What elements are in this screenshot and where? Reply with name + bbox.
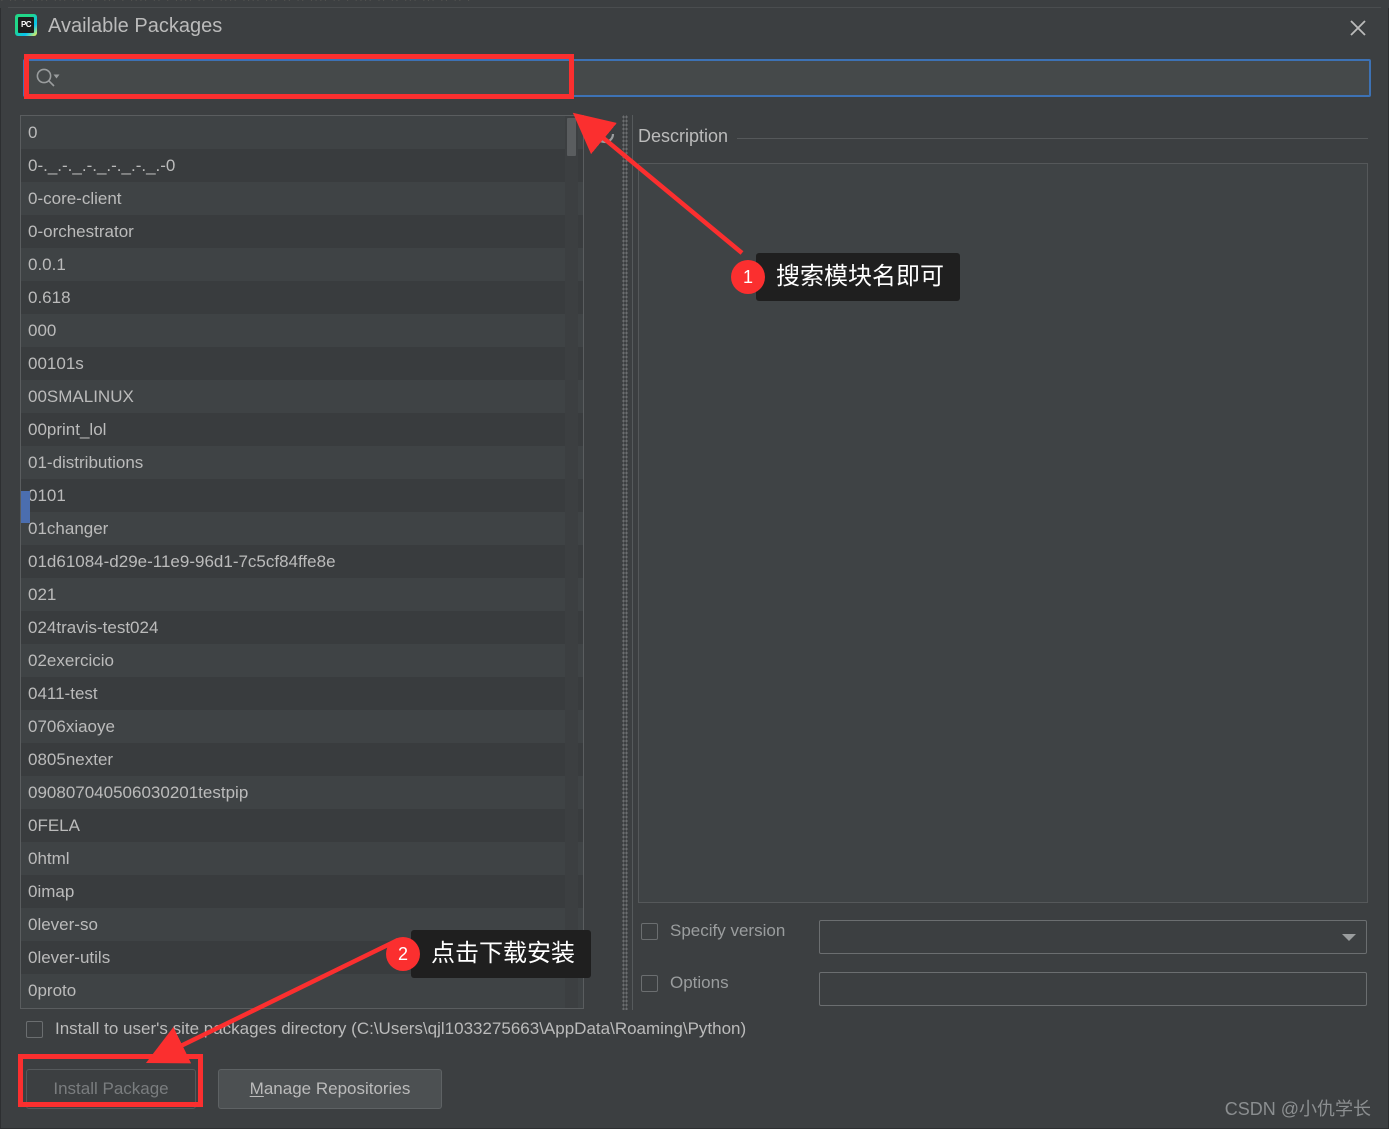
package-list-item[interactable]: 0html (21, 842, 583, 875)
dialog-titlebar: PC Available Packages (1, 8, 1388, 48)
package-list[interactable]: 0 0-._.-._.-._.-._.-._.-0 0-core-client 0-o… (20, 115, 584, 1009)
options-input[interactable] (820, 973, 1366, 1005)
screen: · ·· · ···· ··· ··· ·· ··· · ···· ·· · ·… (0, 0, 1389, 1129)
package-list-item[interactable]: 01changer (21, 512, 583, 545)
reload-icon[interactable] (591, 120, 619, 148)
options-checkbox[interactable] (641, 974, 658, 992)
search-field[interactable] (23, 59, 1371, 97)
package-list-item[interactable]: 0.0.1 (21, 248, 583, 281)
package-list-scrollbar[interactable] (565, 116, 578, 1008)
search-field-inner (25, 61, 1369, 95)
background-strip-text: · ·· · ···· ··· ··· ·· ··· · ···· ·· · ·… (0, 0, 472, 6)
package-list-item[interactable]: 01d61084-d29e-11e9-96d1-7c5cf84ffe8e (21, 545, 583, 578)
version-dropdown[interactable] (819, 920, 1367, 954)
chevron-down-icon (1342, 934, 1356, 941)
page-title: Available Packages (48, 15, 223, 37)
package-list-item[interactable]: 090807040506030201testpip (21, 776, 583, 809)
annotation-1-badge: 1 (731, 260, 765, 294)
annotation-2-badge: 2 (386, 937, 420, 971)
options-label: Options (670, 973, 729, 992)
package-list-item[interactable]: 021 (21, 578, 583, 611)
install-user-dir-checkbox[interactable] (26, 1020, 43, 1038)
pycharm-icon: PC (15, 14, 37, 36)
specify-version-checkbox[interactable] (641, 922, 658, 940)
package-list-item[interactable]: 0proto (21, 974, 583, 1007)
options-field[interactable] (819, 972, 1367, 1006)
description-rule (638, 138, 1368, 139)
package-list-item[interactable]: 0-orchestrator (21, 215, 583, 248)
package-list-item[interactable]: 01-distributions (21, 446, 583, 479)
annotation-2: 2 点击下载安装 (386, 930, 591, 978)
install-user-dir-row: Install to user's site packages director… (26, 1019, 746, 1039)
pycharm-icon-label: PC (18, 17, 34, 33)
search-input[interactable] (61, 63, 1369, 93)
package-list-item[interactable]: 0411-test (21, 677, 583, 710)
package-list-item[interactable]: 0 (21, 116, 583, 149)
list-selection-accent (21, 491, 30, 523)
panel-splitter[interactable] (622, 115, 628, 1010)
package-list-item[interactable]: 0.618 (21, 281, 583, 314)
package-list-item[interactable]: 0-._.-._.-._.-._.-._.-0 (21, 149, 583, 182)
package-list-item[interactable]: 024travis-test024 (21, 611, 583, 644)
annotation-1-text: 搜索模块名即可 (756, 253, 960, 301)
manage-repositories-button-label: Manage Repositories (249, 1079, 411, 1098)
package-list-item[interactable]: 0-core-client (21, 182, 583, 215)
csdn-watermark: CSDN @小仇学长 (1224, 1099, 1371, 1119)
specify-version-label: Specify version (670, 921, 786, 940)
package-list-item[interactable]: 02exercicio (21, 644, 583, 677)
install-package-button-label: Install Package (53, 1079, 169, 1098)
package-list-item[interactable]: 0FELA (21, 809, 583, 842)
search-icon[interactable] (35, 67, 61, 89)
available-packages-dialog: PC Available Packages 0 0-._.-._.-._.-._… (0, 8, 1389, 1129)
annotation-2-text: 点击下载安装 (411, 930, 591, 978)
package-list-item[interactable]: 000 (21, 314, 583, 347)
package-list-item[interactable]: 0101 (21, 479, 583, 512)
package-list-rows: 0 0-._.-._.-._.-._.-._.-0 0-core-client 0-o… (21, 116, 583, 1007)
package-list-item[interactable]: 00print_lol (21, 413, 583, 446)
package-list-item[interactable]: 0706xiaoye (21, 710, 583, 743)
options-row: Options (641, 973, 729, 993)
package-list-item[interactable]: 00SMALINUX (21, 380, 583, 413)
specify-version-row: Specify version (641, 921, 785, 941)
package-list-item[interactable]: 00101s (21, 347, 583, 380)
install-user-dir-label: Install to user's site packages director… (55, 1019, 747, 1038)
annotation-1: 1 搜索模块名即可 (731, 253, 960, 301)
manage-repositories-button[interactable]: Manage Repositories (218, 1069, 442, 1109)
description-label: Description (638, 126, 738, 147)
package-list-item[interactable]: 0imap (21, 875, 583, 908)
install-package-button[interactable]: Install Package (26, 1069, 196, 1109)
package-list-scrollbar-thumb[interactable] (567, 118, 576, 156)
panel-splitter-line (632, 115, 633, 1010)
close-icon[interactable] (1342, 12, 1374, 44)
package-list-item[interactable]: 0805nexter (21, 743, 583, 776)
